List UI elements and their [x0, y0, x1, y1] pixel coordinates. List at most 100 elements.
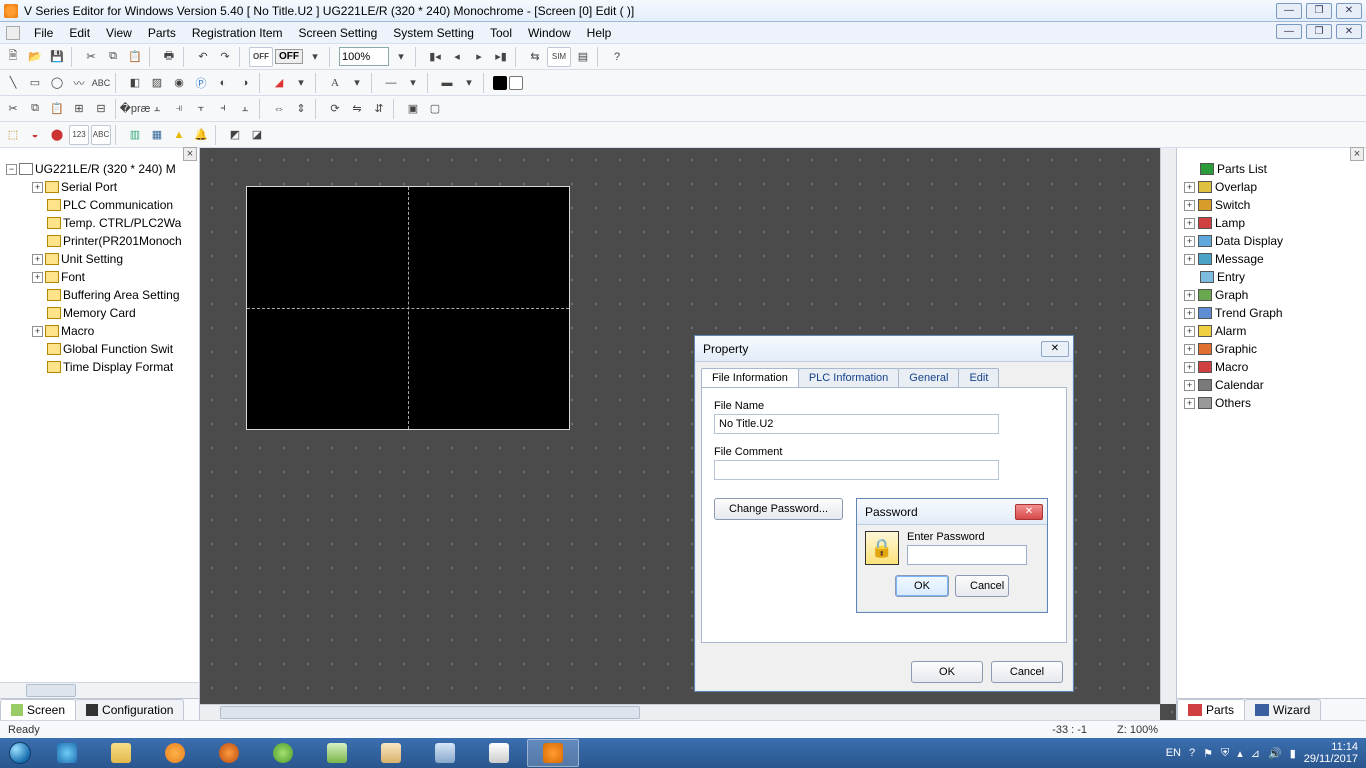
task-paint[interactable] [365, 739, 417, 767]
tab-edit[interactable]: Edit [958, 368, 999, 387]
password-cancel-button[interactable]: Cancel [955, 575, 1009, 597]
menu-view[interactable]: View [98, 23, 140, 43]
menu-tool[interactable]: Tool [482, 23, 520, 43]
numeric-part-icon[interactable]: 123 [69, 125, 89, 145]
minimize-button[interactable]: — [1276, 3, 1302, 19]
tree-item[interactable]: Global Function Swit [4, 340, 195, 358]
tray-flag-icon[interactable]: ⚑ [1203, 747, 1213, 760]
password-dialog-title[interactable]: Password ✕ [857, 499, 1047, 525]
canvas-v-scroll[interactable] [1160, 148, 1176, 704]
palette-icon[interactable]: ▾ [291, 73, 311, 93]
group-icon[interactable]: ⊞ [69, 99, 89, 119]
bgcolor-icon[interactable] [509, 76, 523, 90]
tray-shield-icon[interactable]: ⛨ [1221, 747, 1229, 760]
nav-next-icon[interactable]: ▸ [469, 47, 489, 67]
save-icon[interactable]: 💾 [47, 47, 67, 67]
trend-part-icon[interactable]: ▦ [147, 125, 167, 145]
align-center-icon[interactable]: ⫠ [147, 99, 167, 119]
shape-opt2-icon[interactable]: ◑ [235, 73, 255, 93]
tray-lang[interactable]: EN [1166, 747, 1181, 759]
expand-icon[interactable]: + [1184, 344, 1195, 355]
menu-screen-setting[interactable]: Screen Setting [291, 23, 386, 43]
switch-part-icon[interactable]: ⬚ [3, 125, 23, 145]
tab-wizard[interactable]: Wizard [1244, 699, 1321, 720]
menu-parts[interactable]: Parts [140, 23, 184, 43]
property-ok-button[interactable]: OK [911, 661, 983, 683]
tray-battery-icon[interactable]: ▮ [1290, 747, 1296, 760]
bell2-icon[interactable]: 🔔 [191, 125, 211, 145]
task-unknown[interactable] [473, 739, 525, 767]
task-excel[interactable] [311, 739, 363, 767]
file-name-field[interactable] [714, 414, 999, 434]
parts-item[interactable]: +Graphic [1181, 340, 1362, 358]
mdi-close[interactable]: ✕ [1336, 24, 1362, 39]
align-mid-icon[interactable]: ⫞ [213, 99, 233, 119]
tree-item[interactable]: +Macro [4, 322, 195, 340]
menu-file[interactable]: File [26, 23, 61, 43]
expand-icon[interactable]: + [1184, 362, 1195, 373]
line-drop-icon[interactable]: ▾ [403, 73, 423, 93]
parts-item[interactable]: +Trend Graph [1181, 304, 1362, 322]
close-button[interactable]: ✕ [1336, 3, 1362, 19]
nav-last-icon[interactable]: ▸▮ [491, 47, 511, 67]
paste-icon[interactable]: 📋 [125, 47, 145, 67]
task-explorer[interactable] [95, 739, 147, 767]
property-close-icon[interactable]: ✕ [1041, 341, 1069, 357]
parts-item[interactable]: +Data Display [1181, 232, 1362, 250]
align-bot-icon[interactable]: ⫠ [235, 99, 255, 119]
copy-icon[interactable]: ⧉ [103, 47, 123, 67]
rotate-icon[interactable]: ⟳ [325, 99, 345, 119]
property-cancel-button[interactable]: Cancel [991, 661, 1063, 683]
paste2-icon[interactable]: 📋 [47, 99, 67, 119]
alarm-part-icon[interactable]: ⬤ [47, 125, 67, 145]
brush1-icon[interactable]: ▬ [437, 73, 457, 93]
mdi-minimize[interactable]: — [1276, 24, 1302, 39]
ungroup-icon[interactable]: ⊟ [91, 99, 111, 119]
menu-system-setting[interactable]: System Setting [385, 23, 482, 43]
tree-item[interactable]: +Serial Port [4, 178, 195, 196]
expand-icon[interactable]: + [1184, 254, 1195, 265]
parts-item[interactable]: +Message [1181, 250, 1362, 268]
canvas-h-scroll[interactable] [200, 704, 1160, 720]
copy2-icon[interactable]: ⧉ [25, 99, 45, 119]
distribute-h-icon[interactable]: ⇔ [269, 99, 289, 119]
parts-item[interactable]: +Others [1181, 394, 1362, 412]
tray-clock[interactable]: 11:14 29/11/2017 [1304, 741, 1358, 765]
start-button[interactable] [0, 738, 40, 768]
password-field[interactable] [907, 545, 1027, 565]
tray-network-icon[interactable]: ⊿ [1251, 747, 1260, 760]
tree-item[interactable]: Memory Card [4, 304, 195, 322]
tree-item[interactable]: Buffering Area Setting [4, 286, 195, 304]
tab-configuration[interactable]: Configuration [75, 699, 184, 720]
project-h-scroll[interactable] [0, 682, 199, 698]
nav-first-icon[interactable]: ▮◂ [425, 47, 445, 67]
tree-item[interactable]: +Unit Setting [4, 250, 195, 268]
parts-item[interactable]: +Calendar [1181, 376, 1362, 394]
open-icon[interactable]: 📂 [25, 47, 45, 67]
menu-window[interactable]: Window [520, 23, 579, 43]
expand-icon[interactable]: + [1184, 326, 1195, 337]
scissors-icon[interactable]: ✂ [3, 99, 23, 119]
expand-icon[interactable]: + [1184, 398, 1195, 409]
text-tool-icon[interactable]: ABC [91, 73, 111, 93]
parts-item[interactable]: +Switch [1181, 196, 1362, 214]
shape-opt-icon[interactable]: ◐ [213, 73, 233, 93]
cut-icon[interactable]: ✂ [81, 47, 101, 67]
line-icon[interactable]: ╲ [3, 73, 23, 93]
parts-item[interactable]: Entry [1181, 268, 1362, 286]
system-tray[interactable]: EN ? ⚑ ⛨ ▴ ⊿ 🔊 ▮ 11:14 29/11/2017 [1166, 741, 1366, 765]
property-dialog-title[interactable]: Property ✕ [695, 336, 1073, 362]
zoom-dropdown-icon[interactable]: ▾ [391, 47, 411, 67]
list-icon[interactable]: ▤ [573, 47, 593, 67]
expand-icon[interactable]: + [32, 272, 43, 283]
parts-item[interactable]: +Alarm [1181, 322, 1362, 340]
align-top-icon[interactable]: ⫟ [191, 99, 211, 119]
tray-chevron-up-icon[interactable]: ▴ [1237, 747, 1243, 760]
graph-part-icon[interactable]: ▥ [125, 125, 145, 145]
circle-fill-icon[interactable]: ◉ [169, 73, 189, 93]
new-icon[interactable]: 🗎 [3, 47, 23, 67]
flip-v-icon[interactable]: ⇵ [369, 99, 389, 119]
undo-icon[interactable]: ↶ [193, 47, 213, 67]
project-tree[interactable]: − UG221LE/R (320 * 240) M +Serial PortPL… [0, 154, 199, 682]
project-pane-close-icon[interactable]: × [183, 147, 197, 161]
